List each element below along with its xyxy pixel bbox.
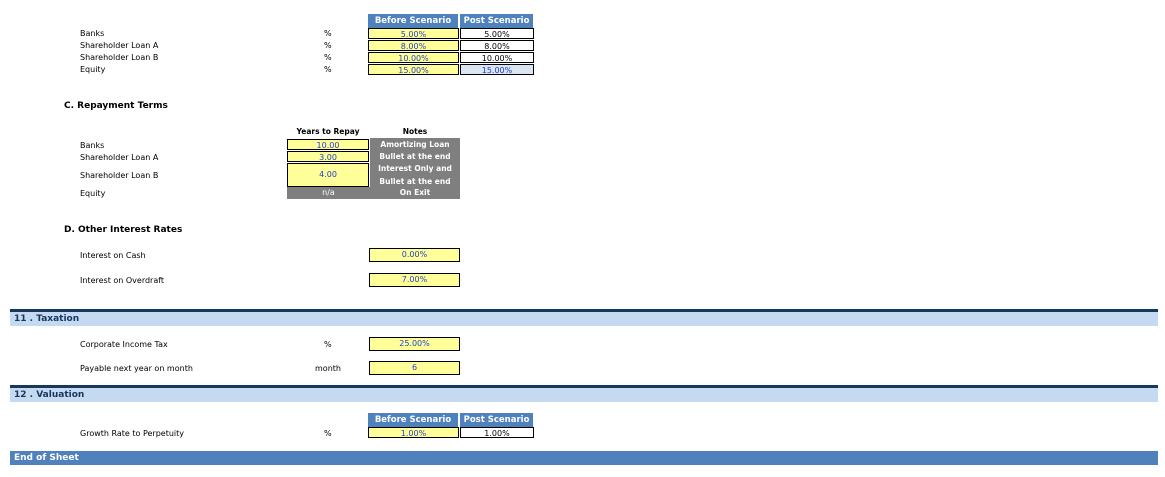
interest-cash-field[interactable]: 0.00%	[369, 248, 460, 262]
repay-years-banks[interactable]: 10.00	[287, 139, 369, 150]
payable-month-field[interactable]: 6	[369, 361, 460, 375]
rate-label-shareholder-b: Shareholder Loan B	[80, 53, 159, 62]
note-shareholder-b-line2: Bullet at the end	[379, 177, 451, 186]
rate-label-equity: Equity	[80, 65, 106, 74]
rate-before-banks[interactable]: 5.00%	[368, 28, 459, 39]
rate-post-shareholder-b[interactable]: 10.00%	[460, 52, 534, 63]
note-shareholder-b-line1: Interest Only and	[378, 164, 452, 173]
col-header-post: Post Scenario	[460, 413, 533, 427]
interest-overdraft-field[interactable]: 7.00%	[369, 273, 460, 287]
rate-unit: %	[324, 29, 332, 38]
col-header-before: Before Scenario	[368, 14, 458, 28]
growth-before-field[interactable]: 1.00%	[368, 427, 459, 438]
valuation-unit: %	[324, 429, 332, 438]
col-header-post: Post Scenario	[460, 14, 533, 28]
end-of-sheet-band: End of Sheet	[10, 451, 1158, 465]
rate-before-equity[interactable]: 15.00%	[368, 64, 459, 75]
section-band-taxation: 11 . Taxation	[10, 312, 1158, 326]
repay-label-equity: Equity	[80, 189, 106, 198]
rate-before-shareholder-b[interactable]: 10.00%	[368, 52, 459, 63]
section-title-repayment: C. Repayment Terms	[64, 101, 168, 111]
note-shareholder-a: Bullet at the end	[379, 152, 451, 161]
section-title-other-rates: D. Other Interest Rates	[64, 225, 183, 235]
tax-label-corporate: Corporate Income Tax	[80, 340, 168, 349]
valuation-label-growth: Growth Rate to Perpetuity	[80, 429, 185, 438]
rate-post-banks[interactable]: 5.00%	[460, 28, 534, 39]
growth-post-field[interactable]: 1.00%	[460, 427, 534, 438]
notes-panel: Amortizing Loan Bullet at the end Intere…	[370, 138, 460, 199]
repay-label-banks: Banks	[80, 141, 105, 150]
rate-before-shareholder-a[interactable]: 8.00%	[368, 40, 459, 51]
rate-label-shareholder-a: Shareholder Loan A	[80, 41, 159, 50]
rate-post-shareholder-a[interactable]: 8.00%	[460, 40, 534, 51]
section-band-valuation: 12 . Valuation	[10, 388, 1158, 402]
rate-unit: %	[324, 41, 332, 50]
rate-unit: %	[324, 65, 332, 74]
col-header-years: Years to Repay	[296, 127, 360, 136]
other-label-cash: Interest on Cash	[80, 251, 146, 260]
repay-label-shareholder-a: Shareholder Loan A	[80, 153, 159, 162]
tax-unit-month: month	[315, 364, 341, 373]
note-equity: On Exit	[399, 188, 431, 197]
tax-label-payable-month: Payable next year on month	[80, 364, 193, 373]
repay-years-equity: n/a	[287, 187, 370, 199]
tax-unit-percent: %	[324, 340, 332, 349]
other-label-overdraft: Interest on Overdraft	[80, 276, 165, 285]
col-header-before: Before Scenario	[368, 413, 458, 427]
rate-unit: %	[324, 53, 332, 62]
repay-label-shareholder-b: Shareholder Loan B	[80, 171, 159, 180]
repay-years-shareholder-a[interactable]: 3.00	[287, 151, 369, 162]
col-header-notes: Notes	[402, 127, 428, 136]
rate-post-equity[interactable]: 15.00%	[460, 64, 534, 75]
repay-years-shareholder-b[interactable]: 4.00	[287, 163, 369, 187]
corporate-tax-field[interactable]: 25.00%	[369, 337, 460, 351]
rate-label-banks: Banks	[80, 29, 105, 38]
note-banks: Amortizing Loan	[380, 140, 450, 149]
